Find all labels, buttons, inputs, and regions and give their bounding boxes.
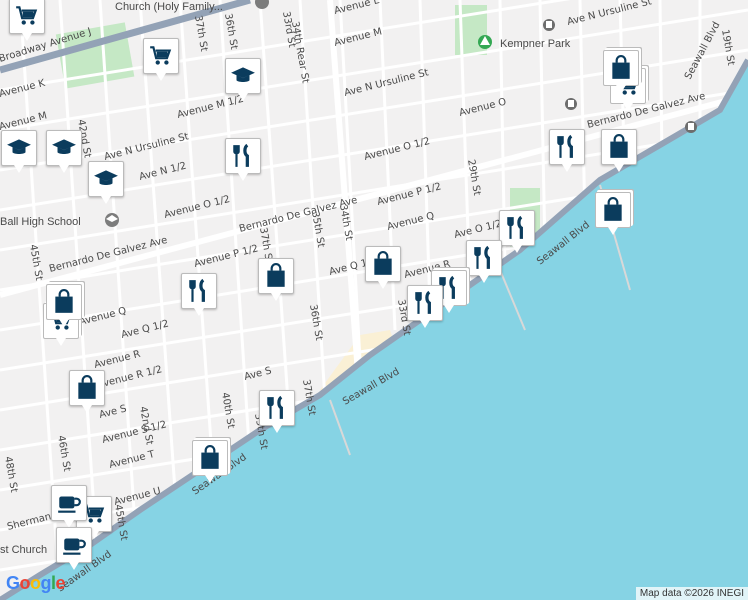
shopping-marker-4[interactable] xyxy=(365,246,401,289)
restaurant-icon xyxy=(557,134,573,158)
transit-stop-icon[interactable] xyxy=(685,121,697,133)
school-marker-3[interactable] xyxy=(46,130,82,173)
grocery-marker-2[interactable] xyxy=(143,38,179,81)
church-holy-family-label: Church (Holy Family... xyxy=(115,1,223,13)
school-icon xyxy=(94,170,118,185)
restaurant-icon xyxy=(233,143,249,167)
restaurant-icon xyxy=(267,395,283,419)
restaurant-marker-7[interactable] xyxy=(407,285,443,328)
school-marker-1[interactable] xyxy=(225,58,261,101)
shopping-bag-icon xyxy=(374,251,392,275)
shopping-marker-3[interactable] xyxy=(595,192,631,235)
shopping-bag-icon xyxy=(267,263,285,287)
restaurant-icon xyxy=(189,278,205,302)
ball-high-school-label: Ball High School xyxy=(0,216,81,228)
school-marker-2[interactable] xyxy=(1,130,37,173)
restaurant-marker-2[interactable] xyxy=(549,129,585,172)
kempner-park-label: Kempner Park xyxy=(500,38,571,50)
shopping-bag-icon xyxy=(78,375,96,399)
shopping-bag-icon xyxy=(604,197,622,221)
restaurant-marker-5[interactable] xyxy=(466,240,502,283)
restaurant-marker-4[interactable] xyxy=(499,210,535,253)
shopping-marker-2[interactable] xyxy=(601,129,637,172)
shopping-marker-1[interactable] xyxy=(603,50,639,93)
shopping-marker-6[interactable] xyxy=(46,284,82,327)
logo-letter-g: G xyxy=(6,573,20,593)
restaurant-marker-1[interactable] xyxy=(225,138,261,181)
shopping-marker-7[interactable] xyxy=(69,370,105,413)
logo-letter-o1: o xyxy=(19,573,31,593)
restaurant-icon xyxy=(415,290,431,314)
school-icon xyxy=(231,67,255,82)
logo-letter-g2: g xyxy=(40,573,52,593)
coffee-cup-icon xyxy=(63,538,86,555)
park-tree-icon[interactable] xyxy=(478,35,492,49)
logo-letter-e: e xyxy=(55,573,66,593)
logo-letter-o2: o xyxy=(30,573,41,593)
school-icon xyxy=(7,139,31,154)
transit-stop-icon[interactable] xyxy=(565,98,577,110)
restaurant-marker-8[interactable] xyxy=(259,390,295,433)
restaurant-icon xyxy=(507,215,523,239)
google-logo[interactable]: Google xyxy=(6,573,66,594)
cafe-marker-2[interactable] xyxy=(56,527,92,570)
grocery-marker-1[interactable] xyxy=(9,0,45,41)
shopping-marker-5[interactable] xyxy=(258,258,294,301)
shopping-bag-icon xyxy=(55,289,73,313)
school-poi-icon[interactable] xyxy=(105,213,119,227)
first-church-label: st Church xyxy=(0,544,47,556)
cafe-marker-1[interactable] xyxy=(51,485,87,528)
map-attribution[interactable]: Map data ©2026 INEGI xyxy=(635,587,748,600)
grocery-cart-icon xyxy=(150,46,172,65)
coffee-cup-icon xyxy=(58,496,81,513)
grocery-cart-icon xyxy=(16,6,38,25)
school-marker-4[interactable] xyxy=(88,161,124,204)
shopping-marker-8[interactable] xyxy=(192,440,228,483)
school-icon xyxy=(52,139,76,154)
shopping-bag-icon xyxy=(612,55,630,79)
shopping-bag-icon xyxy=(201,445,219,469)
transit-stop-icon[interactable] xyxy=(543,19,555,31)
restaurant-icon xyxy=(474,245,490,269)
restaurant-marker-3[interactable] xyxy=(181,273,217,316)
shopping-bag-icon xyxy=(610,134,628,158)
